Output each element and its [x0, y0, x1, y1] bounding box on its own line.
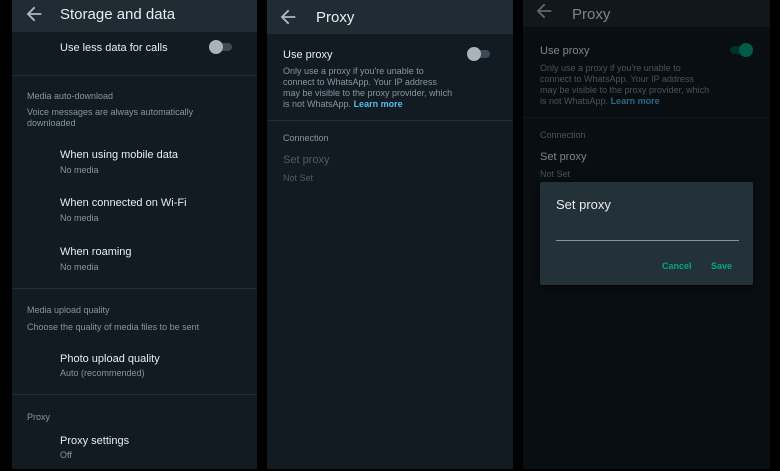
- list-item-value: Off: [60, 450, 72, 460]
- description-line: is not WhatsApp.: [283, 99, 352, 109]
- list-item-title: Photo upload quality: [60, 353, 160, 365]
- divider: [12, 288, 257, 289]
- toggle-knob: [467, 47, 481, 61]
- divider: [267, 120, 513, 121]
- proxy-dialog-screen: Proxy Use proxy Only use a proxy if you'…: [523, 0, 770, 469]
- divider: [12, 75, 257, 76]
- list-item-title: When roaming: [60, 246, 132, 258]
- less-data-toggle[interactable]: [209, 40, 235, 54]
- list-item-title: When connected on Wi-Fi: [60, 197, 187, 209]
- proxy-address-input[interactable]: [556, 222, 739, 241]
- description-line: Only use a proxy if you're unable to: [283, 66, 424, 76]
- section-heading-proxy: Proxy: [27, 412, 51, 422]
- storage-and-data-screen: Storage and data Use less data for calls…: [12, 0, 257, 469]
- list-item-value: No media: [60, 165, 99, 175]
- less-data-label: Use less data for calls: [60, 42, 168, 54]
- list-item-value: Auto (recommended): [60, 368, 145, 378]
- learn-more-link[interactable]: Learn more: [354, 99, 403, 109]
- set-proxy-value: Not Set: [283, 173, 314, 183]
- description-line: connect to WhatsApp. Your IP address: [283, 77, 437, 87]
- back-arrow-icon[interactable]: [277, 6, 299, 28]
- media-auto-download-note-text: Voice messages are always automatically …: [27, 107, 194, 128]
- dialog-title: Set proxy: [556, 197, 611, 212]
- media-auto-download-note: Voice messages are always automatically …: [27, 107, 217, 129]
- proxy-screen: Proxy Use proxy Only use a proxy if you'…: [267, 0, 513, 469]
- description-line: may be visible to the proxy provider, wh…: [283, 88, 453, 98]
- app-bar: Storage and data: [12, 0, 257, 32]
- app-bar: Proxy: [267, 0, 513, 34]
- back-arrow-icon[interactable]: [23, 3, 45, 25]
- page-title: Storage and data: [60, 6, 176, 23]
- set-proxy-dialog: Set proxy Cancel Save: [540, 182, 753, 285]
- toggle-knob: [209, 40, 223, 54]
- set-proxy-label: Set proxy: [283, 154, 330, 166]
- list-item-value: No media: [60, 262, 99, 272]
- section-heading-connection: Connection: [283, 133, 329, 143]
- section-heading-media-upload: Media upload quality: [27, 305, 110, 315]
- section-heading-media-auto-download: Media auto-download: [27, 91, 114, 101]
- list-item-title: Proxy settings: [60, 435, 130, 447]
- page-title: Proxy: [316, 9, 355, 26]
- save-button[interactable]: Save: [711, 261, 732, 271]
- use-proxy-label: Use proxy: [283, 49, 333, 61]
- list-item-title: When using mobile data: [60, 149, 179, 161]
- use-proxy-toggle[interactable]: [467, 47, 493, 61]
- media-upload-note: Choose the quality of media files to be …: [27, 322, 200, 332]
- list-item-value: No media: [60, 213, 99, 223]
- cancel-button[interactable]: Cancel: [662, 261, 692, 271]
- divider: [12, 394, 257, 395]
- use-proxy-description: Only use a proxy if you're unable to con…: [283, 66, 452, 110]
